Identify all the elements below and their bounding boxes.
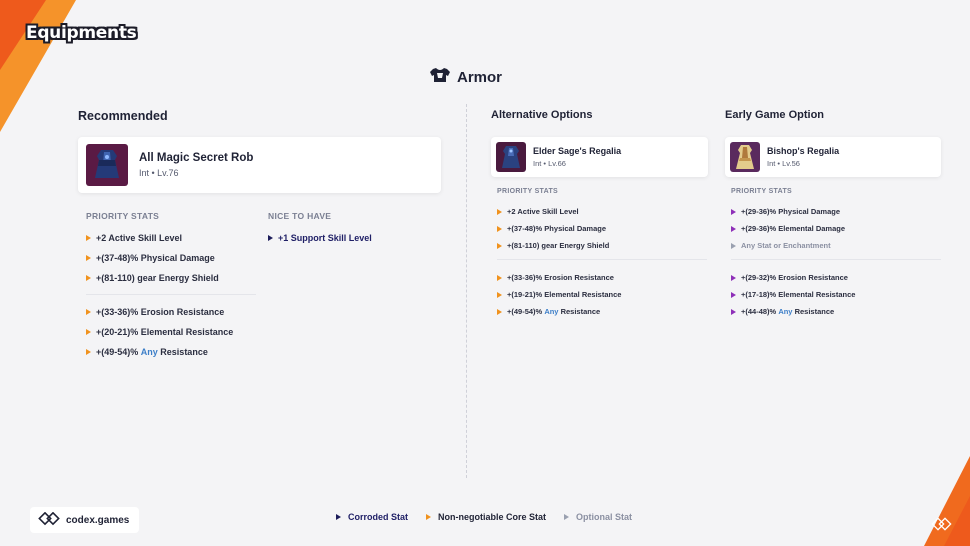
stat-row: +(17-18)% Elemental Resistance	[731, 286, 941, 303]
early-priority-label: PRIORITY STATS	[731, 188, 792, 195]
armor-icon	[430, 67, 450, 87]
alternative-priority-label: PRIORITY STATS	[497, 188, 558, 195]
legend-optional: Optional Stat	[564, 512, 632, 522]
core-stat-marker-icon	[86, 309, 91, 315]
stat-row: +1 Support Skill Level	[268, 228, 438, 248]
stat-row: +(81-110) gear Energy Shield	[497, 237, 707, 254]
core-stat-marker-icon	[86, 349, 91, 355]
recommended-heading: Recommended	[78, 109, 168, 123]
core-stat-marker-icon	[86, 235, 91, 241]
regalia-item-icon	[496, 142, 526, 172]
tier-stat-marker-icon	[731, 225, 736, 232]
stat-row: +(20-21)% Elemental Resistance	[86, 322, 256, 342]
tier-stat-marker-icon	[731, 208, 736, 215]
core-stat-marker-icon	[497, 208, 502, 215]
stat-row: Any Stat or Enchantment	[731, 237, 941, 254]
corroded-stat-marker-icon	[268, 235, 273, 241]
core-stat-marker-icon	[86, 255, 91, 261]
optional-stat-marker-icon	[564, 514, 570, 520]
bishop-regalia-item-icon	[730, 142, 760, 172]
stat-row: +(33-36)% Erosion Resistance	[497, 269, 707, 286]
recommended-nice-list: +1 Support Skill Level	[268, 228, 438, 248]
recommended-priority-list: +2 Active Skill Level +(37-48)% Physical…	[86, 228, 256, 362]
stat-row: +2 Active Skill Level	[497, 203, 707, 220]
recommended-priority-label: PRIORITY STATS	[86, 211, 160, 221]
tier-stat-marker-icon	[731, 291, 736, 298]
early-item-meta: Int • Lv.56	[767, 159, 800, 168]
section-title: Equipments	[26, 23, 137, 43]
early-priority-list: +(29-36)% Physical Damage +(29-36)% Elem…	[731, 203, 941, 320]
alternative-item-meta: Int • Lv.66	[533, 159, 566, 168]
stat-row: +(49-54)% Any Resistance	[497, 303, 707, 320]
stat-divider	[86, 294, 256, 302]
slot-title: Armor	[430, 66, 502, 88]
early-item-name: Bishop's Regalia	[767, 146, 840, 156]
slot-title-text: Armor	[457, 68, 503, 86]
tier-stat-marker-icon	[731, 274, 736, 281]
column-divider	[466, 104, 467, 478]
alternative-priority-list: +2 Active Skill Level +(37-48)% Physical…	[497, 203, 707, 320]
brand-link[interactable]: codex.games	[30, 507, 140, 533]
recommended-item-meta: Int • Lv.76	[139, 168, 179, 178]
legend-core: Non-negotiable Core Stat	[426, 512, 546, 522]
alternative-item-card[interactable]: Elder Sage's Regalia Int • Lv.66	[491, 137, 708, 177]
stat-row: +(49-54)% Any Resistance	[86, 342, 256, 362]
alternative-item-name: Elder Sage's Regalia	[533, 146, 622, 156]
optional-stat-marker-icon	[731, 242, 736, 249]
stat-row: +(37-48)% Physical Damage	[86, 248, 256, 268]
core-stat-marker-icon	[497, 274, 502, 281]
stat-row: +(29-32)% Erosion Resistance	[731, 269, 941, 286]
stat-row: +2 Active Skill Level	[86, 228, 256, 248]
early-item-card[interactable]: Bishop's Regalia Int • Lv.56	[725, 137, 941, 177]
stat-row: +(44-48)% Any Resistance	[731, 303, 941, 320]
stat-row: +(37-48)% Physical Damage	[497, 220, 707, 237]
core-stat-marker-icon	[497, 291, 502, 298]
stat-row: +(33-36)% Erosion Resistance	[86, 302, 256, 322]
stat-row: +(81-110) gear Energy Shield	[86, 268, 256, 288]
codex-logo-icon	[38, 511, 60, 529]
stat-legend: Corroded Stat Non-negotiable Core Stat O…	[336, 512, 632, 522]
stat-divider	[497, 259, 707, 269]
core-stat-marker-icon	[497, 308, 502, 315]
core-stat-marker-icon	[86, 275, 91, 281]
recommended-nice-label: NICE TO HAVE	[268, 211, 332, 221]
corner-decoration-bottom-right	[910, 456, 970, 546]
core-stat-marker-icon	[86, 329, 91, 335]
robe-item-icon	[86, 144, 128, 186]
stat-row: +(19-21)% Elemental Resistance	[497, 286, 707, 303]
core-stat-marker-icon	[426, 514, 432, 520]
core-stat-marker-icon	[497, 225, 502, 232]
early-heading: Early Game Option	[725, 109, 825, 121]
stat-divider	[731, 259, 941, 269]
stat-row: +(29-36)% Physical Damage	[731, 203, 941, 220]
stat-row: +(29-36)% Elemental Damage	[731, 220, 941, 237]
alternative-heading: Alternative Options	[491, 109, 593, 121]
corroded-stat-marker-icon	[336, 514, 341, 520]
recommended-item-card[interactable]: All Magic Secret Rob Int • Lv.76	[78, 137, 441, 193]
recommended-item-name: All Magic Secret Rob	[139, 152, 254, 164]
brand-name: codex.games	[66, 514, 130, 526]
tier-stat-marker-icon	[731, 308, 736, 315]
legend-corroded: Corroded Stat	[336, 512, 408, 522]
core-stat-marker-icon	[497, 242, 502, 249]
